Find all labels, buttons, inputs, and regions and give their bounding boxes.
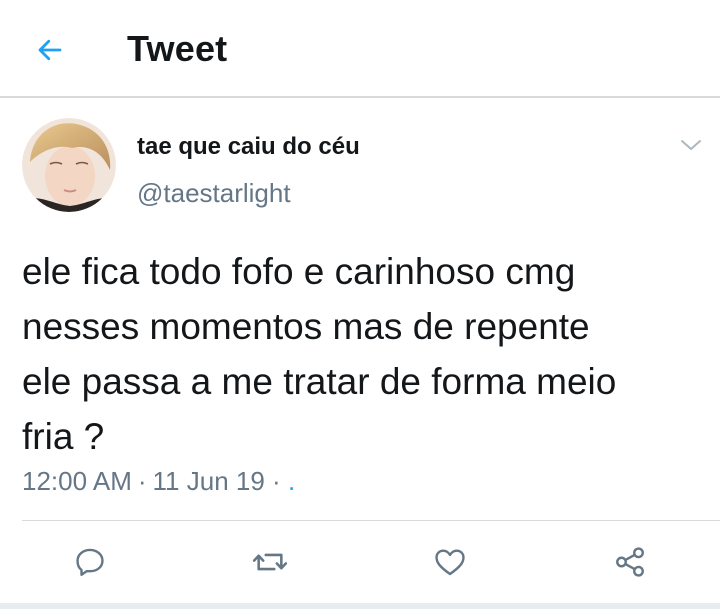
back-button[interactable]	[28, 30, 72, 70]
meta-separator: ·	[137, 466, 147, 496]
tweet-meta: 12:00 AM · 11 Jun 19 · .	[22, 466, 295, 497]
author-name[interactable]: tae que caiu do céu	[137, 133, 360, 161]
tweet-text: ele fica todo fofo e carinhoso cmg nesse…	[22, 251, 617, 457]
trailing-dots: · .	[272, 466, 296, 496]
author-handle[interactable]: @taestarlight	[137, 178, 291, 209]
retweet-button[interactable]	[246, 536, 294, 588]
bottom-divider	[0, 603, 720, 609]
top-app-bar: Tweet	[0, 0, 720, 98]
tweet-date: 11 Jun 19	[152, 466, 265, 496]
reply-icon	[76, 548, 104, 576]
arrow-left-icon	[38, 39, 62, 61]
reply-button[interactable]	[66, 536, 114, 588]
retweet-icon	[252, 553, 288, 571]
share-icon	[616, 547, 644, 577]
divider	[22, 520, 720, 521]
chevron-down-icon	[681, 140, 701, 150]
page-title: Tweet	[127, 28, 228, 69]
heart-icon	[435, 549, 465, 576]
tweet-time: 12:00 AM	[22, 466, 132, 496]
action-bar	[0, 536, 720, 588]
profile-photo	[22, 118, 116, 212]
like-button[interactable]	[426, 536, 474, 588]
tweet-menu-button[interactable]	[674, 130, 708, 160]
avatar[interactable]	[22, 118, 116, 212]
share-button[interactable]	[606, 536, 654, 588]
